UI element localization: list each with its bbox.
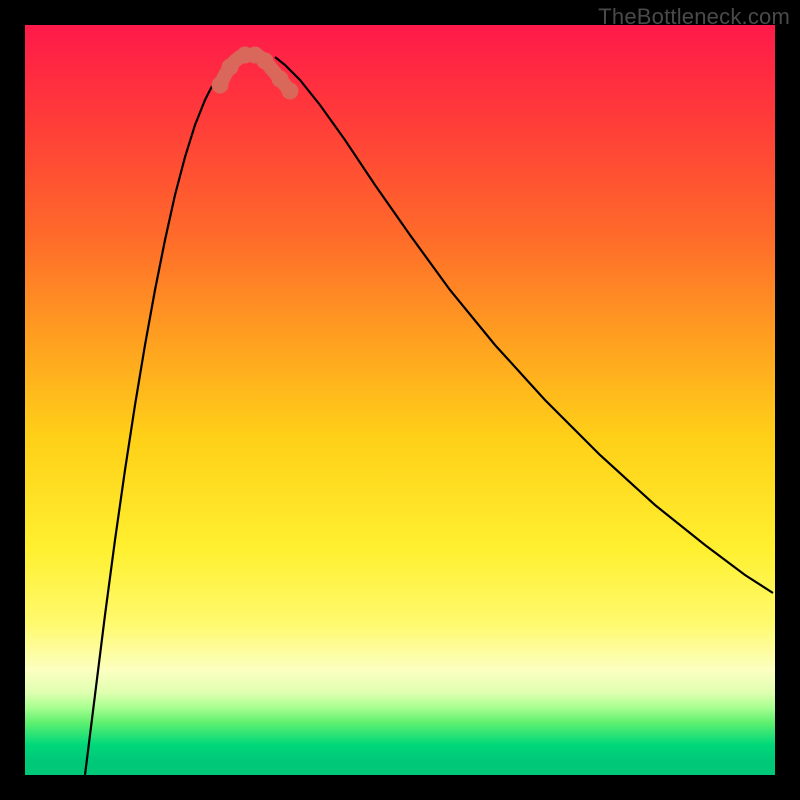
valley-dot: [222, 59, 239, 76]
valley-dot: [282, 83, 299, 100]
chart-svg: [25, 25, 775, 775]
left-curve-line: [85, 57, 235, 775]
valley-marker-dots: [212, 47, 299, 100]
chart-plot-area: [25, 25, 775, 775]
valley-dot: [257, 53, 274, 70]
valley-dot: [212, 77, 229, 94]
right-curve-line: [275, 57, 773, 593]
watermark-text: TheBottleneck.com: [598, 4, 790, 30]
